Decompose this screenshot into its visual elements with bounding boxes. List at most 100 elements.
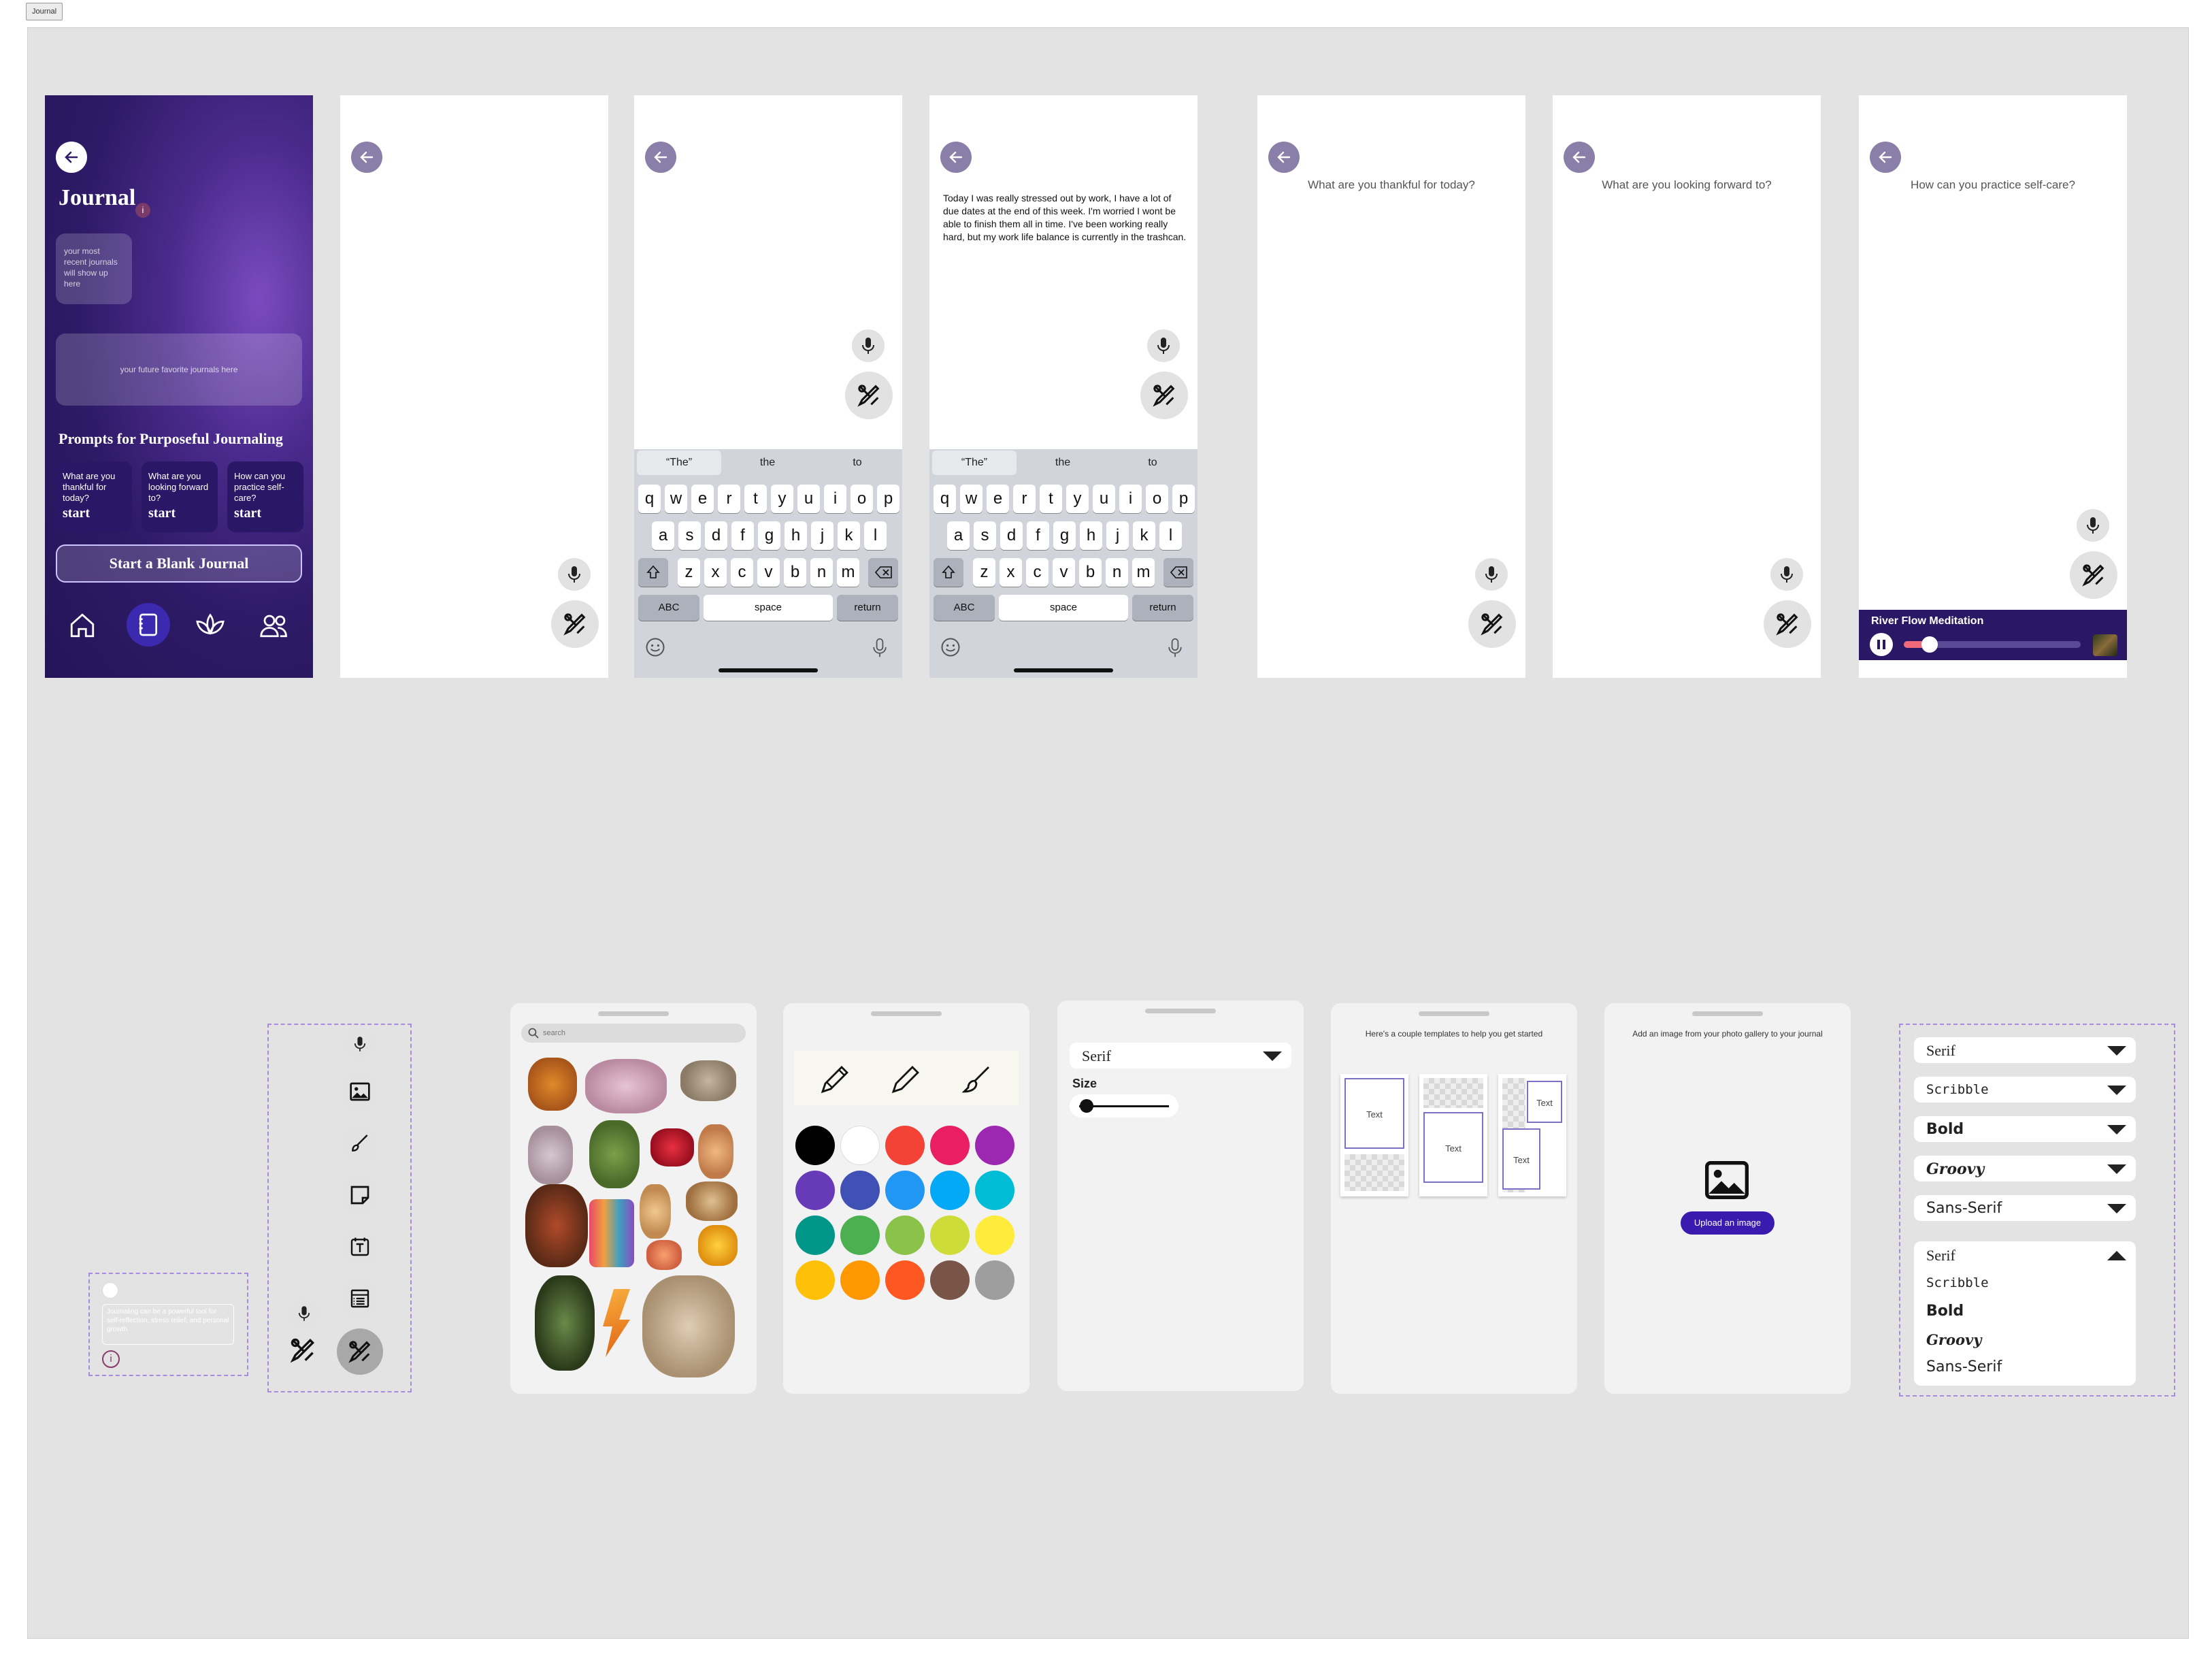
tools-button-active[interactable] [337, 1328, 383, 1375]
people-icon[interactable] [259, 611, 290, 640]
mic-button[interactable] [1475, 558, 1508, 591]
sticker-mushroom[interactable] [698, 1124, 733, 1179]
mic-button[interactable] [1147, 329, 1180, 362]
mic-button[interactable] [1770, 558, 1803, 591]
key[interactable]: l [864, 521, 887, 550]
key[interactable]: y [771, 485, 793, 513]
font-dropdown[interactable]: Serif [1070, 1043, 1291, 1068]
key[interactable]: v [757, 558, 780, 587]
key[interactable]: o [851, 485, 873, 513]
key[interactable]: c [1026, 558, 1049, 587]
color-swatch[interactable] [795, 1260, 835, 1300]
tools-button[interactable] [1468, 600, 1516, 648]
sticker-snail[interactable] [686, 1181, 738, 1221]
key[interactable]: r [718, 485, 740, 513]
sheet-handle[interactable] [1692, 1011, 1763, 1016]
backspace-key[interactable] [868, 558, 898, 587]
upload-image-button[interactable]: Upload an image [1681, 1211, 1774, 1235]
color-swatch[interactable] [885, 1171, 925, 1210]
color-swatch[interactable] [795, 1216, 835, 1255]
sticker-skull[interactable] [528, 1126, 573, 1184]
key[interactable]: h [1080, 521, 1102, 550]
key[interactable]: i [1119, 485, 1142, 513]
tools-button[interactable] [1140, 372, 1188, 419]
key[interactable]: z [973, 558, 995, 587]
key[interactable]: u [1093, 485, 1115, 513]
key[interactable]: e [691, 485, 714, 513]
start-button[interactable]: start [148, 506, 211, 520]
search-input[interactable] [542, 1026, 732, 1040]
sticker-lightning[interactable] [603, 1289, 630, 1357]
font-dropdown-scribble[interactable]: Scribble [1914, 1077, 2136, 1103]
space-key[interactable]: space [704, 595, 833, 621]
sticker-search-field[interactable] [521, 1024, 746, 1043]
key[interactable]: f [1027, 521, 1049, 550]
sticker-statue[interactable] [642, 1275, 735, 1377]
key[interactable]: q [934, 485, 956, 513]
abc-key[interactable]: ABC [638, 595, 699, 621]
sticker-seashell[interactable] [646, 1240, 682, 1270]
info-icon-active[interactable]: i [102, 1350, 120, 1368]
key[interactable]: d [705, 521, 727, 550]
pencil-icon[interactable] [819, 1063, 851, 1096]
key[interactable]: e [987, 485, 1009, 513]
sticker-wave[interactable] [589, 1199, 634, 1267]
key[interactable]: j [811, 521, 833, 550]
text-tool-button[interactable] [341, 1228, 379, 1266]
color-swatch[interactable] [840, 1126, 880, 1165]
shift-key[interactable] [638, 558, 668, 587]
pause-button[interactable] [1870, 633, 1893, 656]
sticker-shell[interactable] [640, 1184, 671, 1239]
font-option-bold[interactable]: Bold [1926, 1303, 1964, 1320]
mic-button[interactable] [558, 558, 591, 591]
key[interactable]: n [810, 558, 833, 587]
color-swatch[interactable] [975, 1260, 1014, 1300]
font-option-sans-serif[interactable]: Sans-Serif [1926, 1358, 2002, 1375]
sticker-parrot[interactable] [525, 1184, 588, 1267]
key[interactable]: x [1000, 558, 1022, 587]
dictation-icon[interactable] [872, 637, 887, 659]
sticker-tool-button[interactable] [341, 1176, 379, 1214]
color-swatch[interactable] [975, 1126, 1014, 1165]
color-swatch[interactable] [840, 1171, 880, 1210]
mic-button[interactable] [344, 1028, 376, 1060]
key[interactable]: w [960, 485, 983, 513]
color-swatch[interactable] [795, 1171, 835, 1210]
key[interactable]: y [1066, 485, 1089, 513]
key[interactable]: d [1000, 521, 1023, 550]
info-icon[interactable]: i [135, 203, 150, 218]
key[interactable]: f [731, 521, 754, 550]
key[interactable]: w [665, 485, 687, 513]
sheet-handle[interactable] [871, 1011, 942, 1016]
info-icon[interactable]: i [102, 1282, 118, 1299]
key[interactable]: p [1172, 485, 1195, 513]
key[interactable]: s [678, 521, 701, 550]
sheet-handle[interactable] [1145, 1009, 1216, 1013]
key[interactable]: j [1106, 521, 1129, 550]
image-tool-button[interactable] [341, 1073, 379, 1111]
suggestion[interactable]: to [1110, 451, 1195, 475]
suggestion[interactable]: the [725, 451, 810, 475]
suggestion[interactable]: “The” [637, 451, 721, 475]
tools-button[interactable] [845, 372, 893, 419]
sheet-handle[interactable] [598, 1011, 669, 1016]
chevron-up-icon[interactable] [2107, 1251, 2126, 1260]
color-swatch[interactable] [840, 1216, 880, 1255]
home-icon[interactable] [68, 611, 97, 640]
font-option-groovy[interactable]: Groovy [1926, 1331, 1981, 1348]
color-swatch[interactable] [795, 1126, 835, 1165]
mic-button[interactable] [852, 329, 885, 362]
sticker-leaf[interactable] [589, 1120, 640, 1188]
tools-button[interactable] [2070, 551, 2117, 599]
back-button[interactable] [940, 142, 972, 173]
key[interactable]: u [797, 485, 820, 513]
back-button[interactable] [645, 142, 676, 173]
space-key[interactable]: space [999, 595, 1128, 621]
mic-button[interactable] [2077, 509, 2109, 542]
pen-icon[interactable] [889, 1063, 922, 1096]
key[interactable]: t [1040, 485, 1062, 513]
key[interactable]: h [785, 521, 807, 550]
font-dropdown-groovy[interactable]: Groovy [1914, 1156, 2136, 1181]
tools-button[interactable] [1764, 600, 1811, 648]
key[interactable]: c [731, 558, 753, 587]
